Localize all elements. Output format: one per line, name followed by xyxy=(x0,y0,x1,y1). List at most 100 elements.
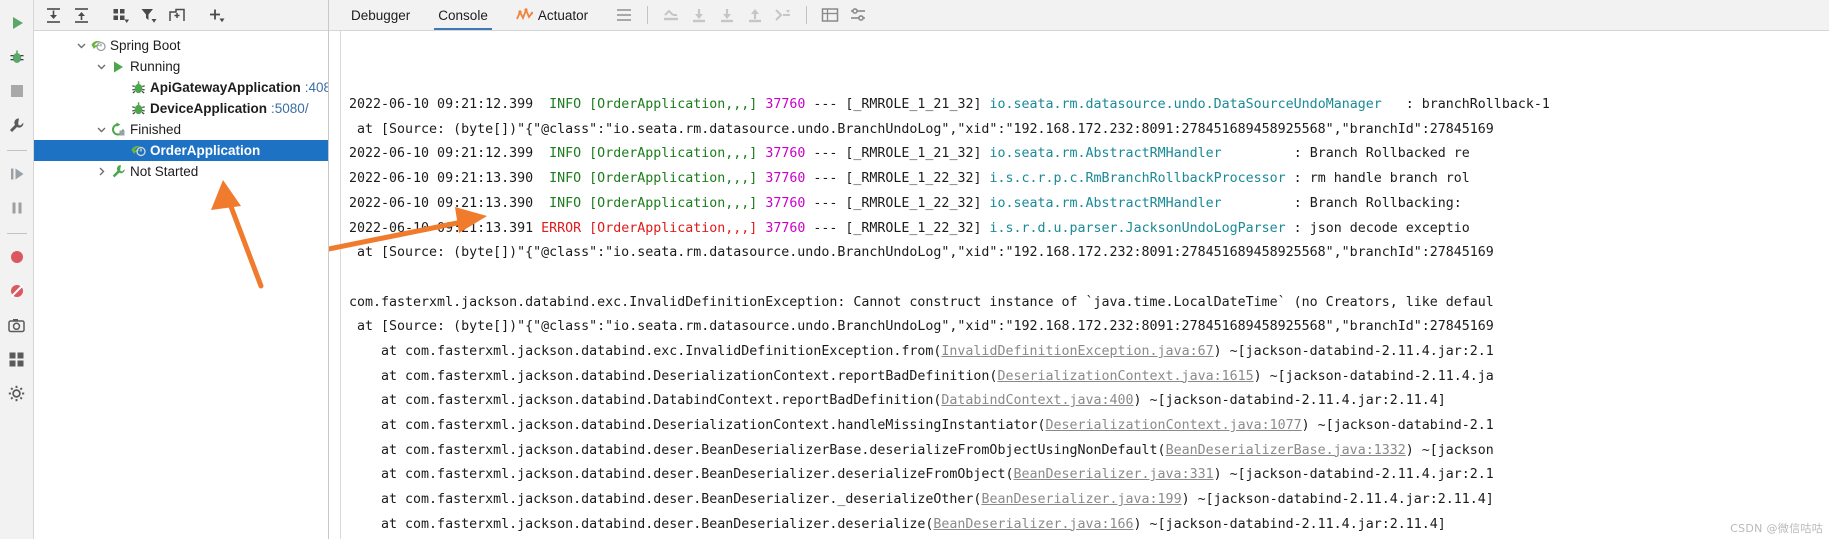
log-segment: [OrderApplication,,,] xyxy=(581,171,758,187)
group-by-icon[interactable] xyxy=(108,3,134,27)
log-segment: --- [_RMROLE_1_22_32] xyxy=(805,171,990,187)
log-segment: [OrderApplication,,,] xyxy=(581,220,758,236)
log-segment: 37760 xyxy=(765,171,806,187)
resume-program-icon[interactable] xyxy=(2,159,32,189)
collapse-all-icon[interactable] xyxy=(68,3,94,27)
log-segment: 37760 xyxy=(765,220,806,236)
tree-node-apigatewayapplication[interactable]: ApiGatewayApplication :4080/ xyxy=(34,77,328,98)
add-service-icon[interactable] xyxy=(204,3,230,27)
log-segment: i.s.r.d.u.parser.JacksonUndoLogParser xyxy=(989,220,1286,236)
chevron-down-icon[interactable] xyxy=(94,122,109,137)
log-segment: [OrderApplication,,,] xyxy=(581,146,758,162)
log-segment[interactable]: InvalidDefinitionException.java:67 xyxy=(941,344,1213,359)
step-into-icon[interactable] xyxy=(685,3,713,27)
stop-icon[interactable] xyxy=(2,76,32,106)
log-segment: ) ~[jackson-databind-2.11.4.jar:2.11.4] xyxy=(1133,516,1446,532)
log-segment: : rm handle branch rol xyxy=(1285,171,1470,187)
log-segment: ) ~[jackson-databind-2.11.4.jar:2.11.4] xyxy=(1133,393,1446,409)
log-line-4: 2022-06-10 09:21:13.390 INFO [OrderAppli… xyxy=(341,192,1829,217)
expand-all-icon[interactable] xyxy=(40,3,66,27)
camera-icon[interactable] xyxy=(2,310,32,340)
log-segment[interactable]: BeanDeserializer.java:166 xyxy=(933,517,1133,532)
mute-breakpoints-icon[interactable] xyxy=(2,242,32,272)
log-segment: --- [_RMROLE_1_22_32] xyxy=(805,195,990,211)
tree-node-orderapplication[interactable]: OrderApplication xyxy=(34,140,328,161)
log-line-7 xyxy=(341,266,1829,291)
log-segment: at com.fasterxml.jackson.databind.deser.… xyxy=(349,492,982,508)
filter-icon[interactable] xyxy=(136,3,162,27)
tree-node-label: Not Started xyxy=(130,164,199,179)
log-segment: at com.fasterxml.jackson.databind.deser.… xyxy=(349,442,1166,458)
log-segment: [OrderApplication,,,] xyxy=(581,97,758,113)
log-segment[interactable]: DeserializationContext.java:1077 xyxy=(1045,418,1301,433)
debug-icon[interactable] xyxy=(2,42,32,72)
console-settings-icon[interactable] xyxy=(844,3,872,27)
run-icon[interactable] xyxy=(2,8,32,38)
log-segment: ) ~[jackson-databind-2.11.4.jar:2.1 xyxy=(1213,343,1494,359)
wrench-icon xyxy=(109,164,127,180)
console-tab-bar: Debugger Console Actuator xyxy=(329,0,1829,31)
tree-node-port[interactable]: :4080/ xyxy=(305,80,328,95)
step-up-icon[interactable] xyxy=(741,3,769,27)
log-segment[interactable]: BeanDeserializer.java:331 xyxy=(1013,467,1213,482)
spring-boot-icon xyxy=(89,38,107,54)
soft-wrap-icon[interactable] xyxy=(610,3,638,27)
log-segment: i.s.c.r.p.c.RmBranchRollbackProcessor xyxy=(989,171,1286,187)
log-segment: --- [_RMROLE_1_21_32] xyxy=(805,146,990,162)
tree-node-deviceapplication[interactable]: DeviceApplication :5080/ xyxy=(34,98,328,119)
bug-green-icon xyxy=(129,80,147,96)
log-segment[interactable]: BeanDeserializer.java:199 xyxy=(981,492,1181,507)
tab-console[interactable]: Console xyxy=(424,0,502,30)
log-segment: 2022-06-10 09:21:12.399 xyxy=(349,97,550,113)
log-segment: com.fasterxml.jackson.databind.exc.Inval… xyxy=(349,294,1494,310)
tree-node-label: Finished xyxy=(130,122,182,137)
log-segment: io.seata.rm.AbstractRMHandler xyxy=(989,146,1222,162)
tree-node-running[interactable]: Running xyxy=(34,56,328,77)
log-segment: at com.fasterxml.jackson.databind.Deseri… xyxy=(349,418,1046,434)
add-frame-icon[interactable] xyxy=(164,3,190,27)
step-out-icon[interactable] xyxy=(657,3,685,27)
pause-program-icon[interactable] xyxy=(2,193,32,223)
ide-run-window: Spring Boot Running ApiGatewayApplicatio… xyxy=(0,0,1829,539)
log-segment[interactable]: DeserializationContext.java:1615 xyxy=(997,369,1253,384)
rail-divider-2 xyxy=(6,233,27,234)
evaluate-table-icon[interactable] xyxy=(816,3,844,27)
wrench-icon[interactable] xyxy=(2,110,32,140)
log-segment: at com.fasterxml.jackson.databind.deser.… xyxy=(349,467,1014,483)
gear-icon[interactable] xyxy=(2,378,32,408)
actuator-icon xyxy=(516,8,533,22)
console-log-output[interactable]: 2022-06-10 09:21:12.399 INFO [OrderAppli… xyxy=(341,31,1829,539)
tree-node-not-started[interactable]: Not Started xyxy=(34,161,328,182)
tree-node-label: DeviceApplication xyxy=(150,101,268,116)
tree-node-port[interactable]: :5080/ xyxy=(271,101,309,116)
tab-debugger[interactable]: Debugger xyxy=(337,0,424,30)
tab-debugger-label: Debugger xyxy=(351,7,411,23)
force-step-into-icon[interactable] xyxy=(713,3,741,27)
log-segment: : json decode exceptio xyxy=(1285,220,1470,236)
view-breakpoints-icon[interactable] xyxy=(2,276,32,306)
log-segment: at com.fasterxml.jackson.databind.Deseri… xyxy=(349,368,998,384)
log-line-8: com.fasterxml.jackson.databind.exc.Inval… xyxy=(341,291,1829,316)
log-segment: INFO xyxy=(549,97,582,113)
log-line-6: at [Source: (byte[])"{"@class":"io.seata… xyxy=(341,241,1829,266)
tab-actuator[interactable]: Actuator xyxy=(502,0,602,30)
log-line-0: 2022-06-10 09:21:12.399 INFO [OrderAppli… xyxy=(341,93,1829,118)
chevron-right-icon[interactable] xyxy=(94,164,109,179)
chevron-down-icon[interactable] xyxy=(94,59,109,74)
log-segment[interactable]: BeanDeserializerBase.java:1332 xyxy=(1166,443,1406,458)
chevron-down-icon[interactable] xyxy=(74,38,89,53)
grid-layout-icon[interactable] xyxy=(2,344,32,374)
log-segment: 2022-06-10 09:21:12.399 xyxy=(349,146,550,162)
log-segment[interactable]: DatabindContext.java:400 xyxy=(941,393,1133,408)
log-line-11: at com.fasterxml.jackson.databind.Deseri… xyxy=(341,365,1829,390)
services-tree[interactable]: Spring Boot Running ApiGatewayApplicatio… xyxy=(34,31,328,539)
tree-node-finished[interactable]: Finished xyxy=(34,119,328,140)
log-segment: io.seata.rm.datasource.undo.DataSourceUn… xyxy=(989,97,1382,113)
run-to-cursor-icon[interactable] xyxy=(769,3,797,27)
log-segment: 37760 xyxy=(765,146,806,162)
tab-actuator-label: Actuator xyxy=(537,7,589,23)
log-segment: --- [_RMROLE_1_21_32] xyxy=(805,97,990,113)
log-segment: at [Source: (byte[])"{"@class":"io.seata… xyxy=(349,121,1494,137)
spring-boot-icon xyxy=(129,143,147,159)
tree-node-spring-boot[interactable]: Spring Boot xyxy=(34,35,328,56)
